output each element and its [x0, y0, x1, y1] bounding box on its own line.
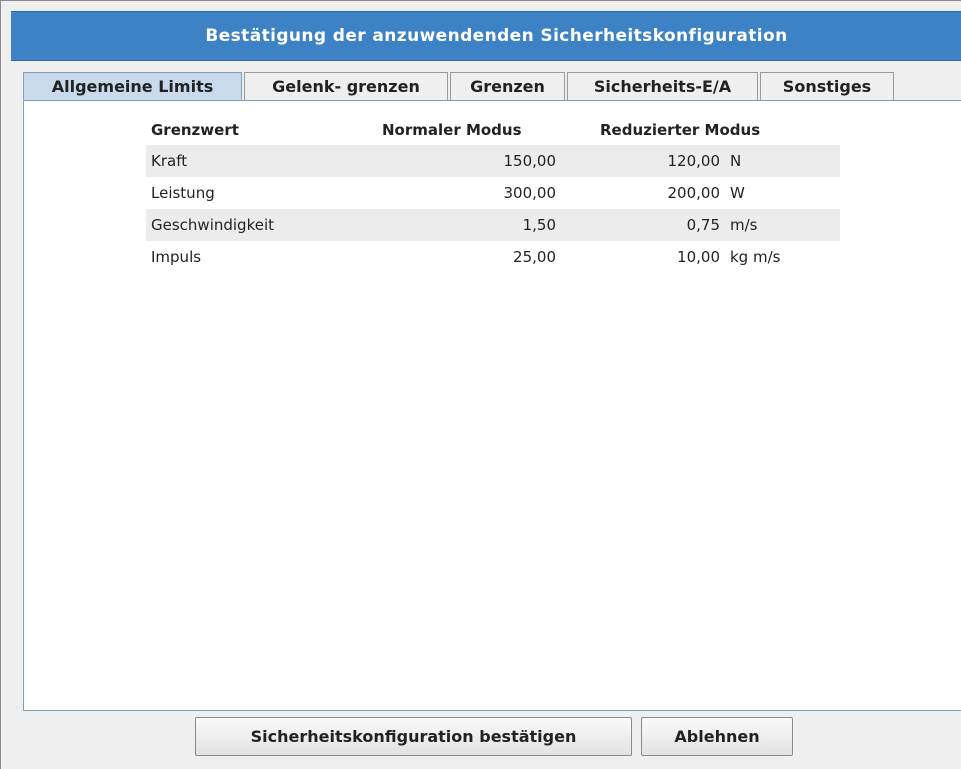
table-row: Leistung 300,00 200,00 W [146, 177, 840, 209]
row-normal-value: 25,00 [513, 248, 556, 266]
header-limit: Grenzwert [151, 121, 239, 139]
reject-button[interactable]: Ablehnen [641, 717, 793, 756]
tab-bar: Allgemeine Limits Gelenk- grenzen Grenze… [23, 72, 896, 100]
tab-panel-general-limits: Grenzwert Normaler Modus Reduzierter Mod… [23, 100, 961, 711]
tab-joint-limits[interactable]: Gelenk- grenzen [244, 72, 448, 100]
tab-boundaries[interactable]: Grenzen [450, 72, 565, 100]
row-name: Geschwindigkeit [151, 216, 275, 234]
row-unit: kg m/s [730, 248, 781, 266]
row-reduced-value: 120,00 [667, 152, 721, 170]
tab-safety-io[interactable]: Sicherheits-E/A [567, 72, 758, 100]
tab-misc[interactable]: Sonstiges [760, 72, 894, 100]
table-row: Kraft 150,00 120,00 N [146, 145, 840, 177]
tab-general-limits[interactable]: Allgemeine Limits [23, 72, 242, 100]
header-reduced-mode: Reduzierter Modus [600, 121, 761, 139]
row-unit: W [730, 184, 745, 202]
row-normal-value: 1,50 [522, 216, 556, 234]
row-name: Impuls [151, 248, 202, 266]
row-name: Leistung [151, 184, 215, 202]
confirm-safety-config-button[interactable]: Sicherheitskonfiguration bestätigen [195, 717, 632, 756]
table-row: Geschwindigkeit 1,50 0,75 m/s [146, 209, 840, 241]
row-name: Kraft [151, 152, 188, 170]
limits-table: Grenzwert Normaler Modus Reduzierter Mod… [146, 115, 840, 273]
dialog-title: Bestätigung der anzuwendenden Sicherheit… [11, 11, 961, 61]
row-normal-value: 150,00 [503, 152, 557, 170]
row-reduced-value: 200,00 [667, 184, 721, 202]
row-reduced-value: 0,75 [686, 216, 720, 234]
header-normal-mode: Normaler Modus [382, 121, 522, 139]
table-header-row: Grenzwert Normaler Modus Reduzierter Mod… [146, 115, 840, 145]
row-normal-value: 300,00 [503, 184, 557, 202]
safety-config-dialog: Bestätigung der anzuwendenden Sicherheit… [0, 0, 961, 769]
row-unit: N [730, 152, 742, 170]
table-row: Impuls 25,00 10,00 kg m/s [146, 241, 840, 273]
row-reduced-value: 10,00 [677, 248, 720, 266]
row-unit: m/s [730, 216, 758, 234]
